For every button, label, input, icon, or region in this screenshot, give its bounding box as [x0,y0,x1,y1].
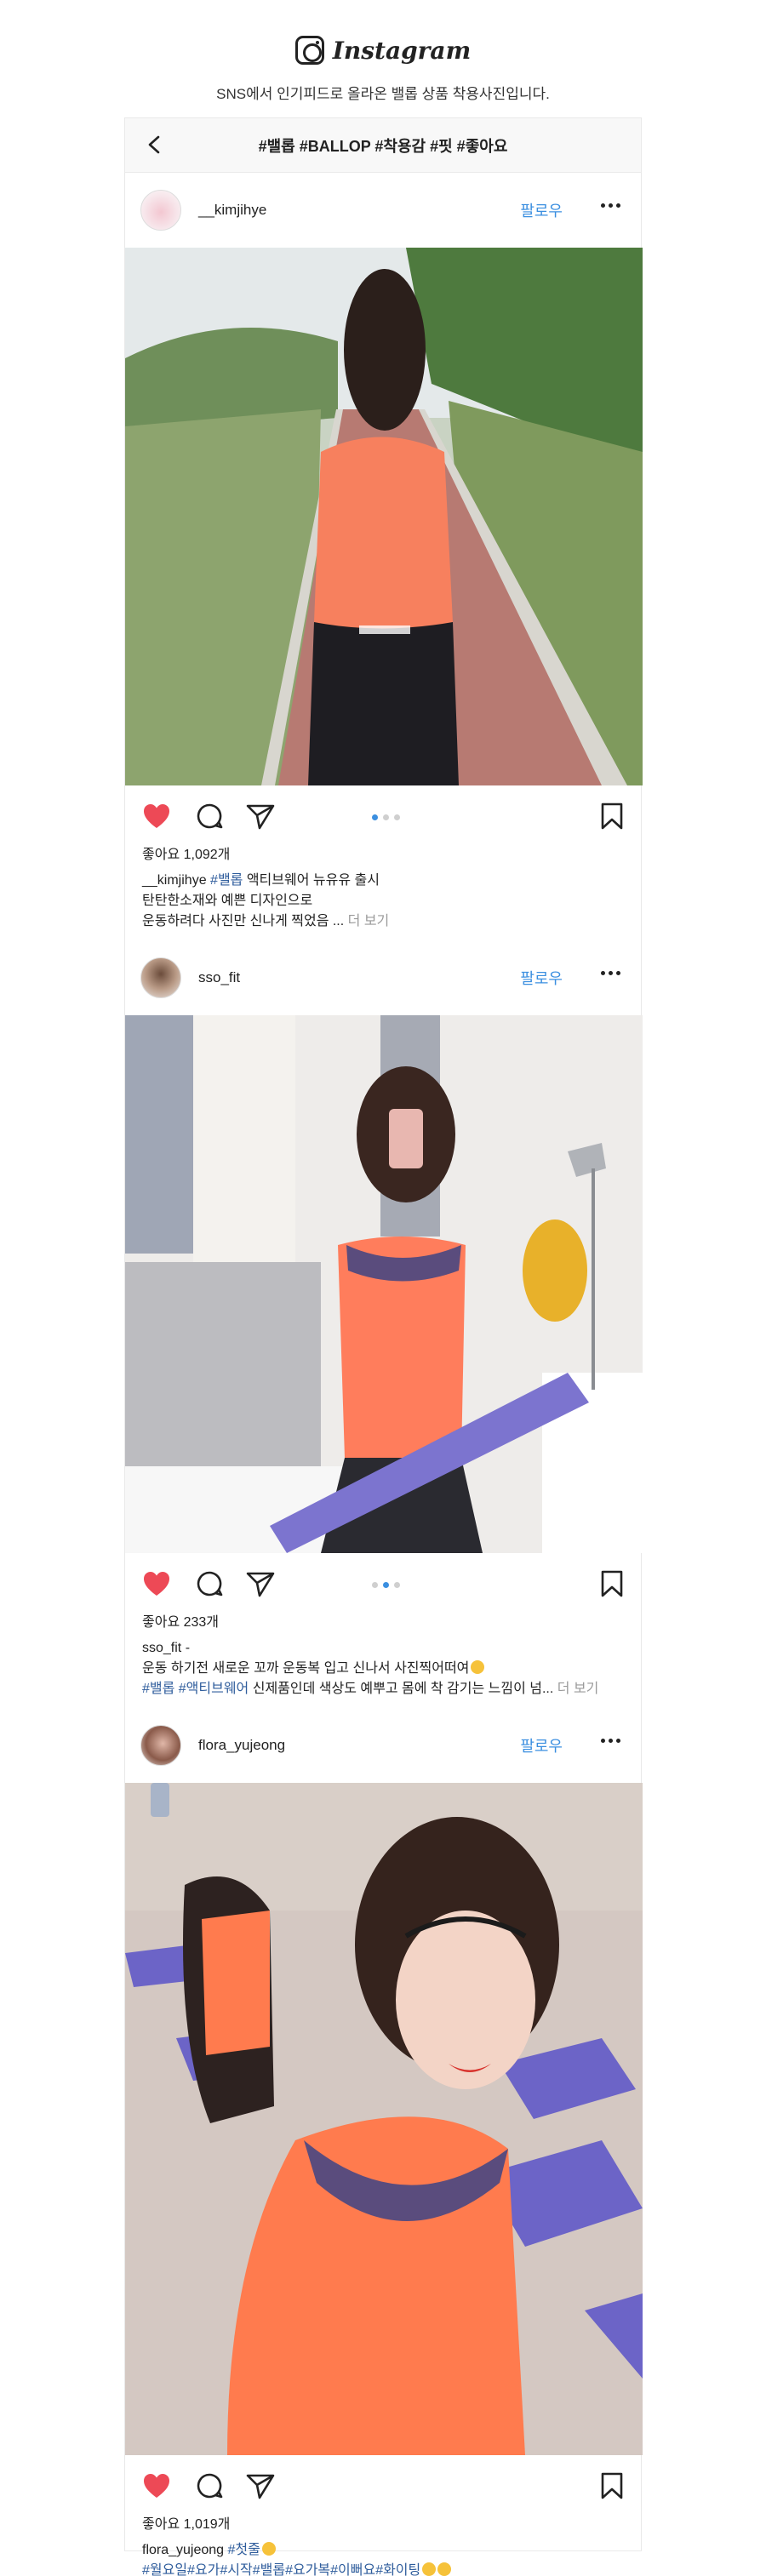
post-photo[interactable] [125,1015,643,1553]
post-photo-image [125,248,643,785]
post-header: flora_yujeong 팔로우 [125,1708,641,1783]
caption-text: 신제품인데 색상도 예뿌고 몸에 착 감기는 느낌이 넘... [249,1682,554,1696]
post-photo[interactable] [125,248,643,785]
brand-name: Instagram [332,36,472,65]
carousel-indicator [372,814,400,820]
post-username[interactable]: sso_fit [198,969,240,986]
comment-icon[interactable] [195,1570,224,1597]
post-actions [125,2455,641,2515]
avatar[interactable] [140,957,181,998]
bookmark-icon[interactable] [600,803,624,830]
follow-button[interactable]: 팔로우 [520,967,563,989]
likes-count: 좋아요 233개 [142,1615,220,1630]
brand-header: Instagram SNS에서 인기피드로 올라온 밸롭 상품 착용사진입니다. [0,34,766,103]
post-header: sso_fit 팔로우 [125,940,641,1015]
post-caption: 좋아요 233개 sso_fit - 운동 하기전 새로운 꼬까 운동복 입고 … [125,1613,641,1708]
heart-icon[interactable] [142,1570,171,1597]
caption-line: 운동 하기전 새로운 꼬까 운동복 입고 신나서 사진찍어떠여 [142,1659,624,1679]
more-dots-icon[interactable] [601,971,620,975]
bookmark-icon[interactable] [600,1570,624,1597]
post-photo-image [125,1783,643,2455]
avatar[interactable] [140,190,181,231]
avatar[interactable] [140,1725,181,1766]
caption-line: #월요일#요가#시작#밸롭#요가복#이뻐요#화이팅 [142,2561,624,2576]
hashtag-link[interactable]: #첫줄 [228,2543,260,2557]
hashtag-link[interactable]: #월요일#요가#시작#밸롭#요가복#이뻐요#화이팅 [142,2563,420,2576]
caption-line: __kimjihye #밸롭 액티브웨어 뉴유유 출시 [142,871,624,891]
follow-button[interactable]: 팔로우 [520,199,563,221]
carousel-indicator [372,1582,400,1588]
sweat-smile-emoji-icon [471,1660,485,1674]
caption-text: 운동하려다 사진만 신나게 찍었음 ... [142,914,345,928]
likes-count: 좋아요 1,092개 [142,848,231,862]
caption-line: flora_yujeong #첫줄 [142,2540,624,2561]
post-username[interactable]: flora_yujeong [198,1737,285,1754]
post-photo-image [125,1015,643,1553]
heart-icon[interactable] [142,2472,171,2499]
post-photo[interactable] [125,1783,643,2455]
follow-button[interactable]: 팔로우 [520,1734,563,1756]
caption-username[interactable]: flora_yujeong [142,2543,224,2557]
pointing-hand-emoji-icon [261,2542,276,2556]
page: Instagram SNS에서 인기피드로 올라온 밸롭 상품 착용사진입니다.… [0,0,766,2576]
caption-username[interactable]: __kimjihye [142,873,207,888]
more-dots-icon[interactable] [601,1739,620,1743]
post-caption: 좋아요 1,019개 flora_yujeong #첫줄 #월요일#요가#시작#… [125,2515,641,2576]
post-username[interactable]: __kimjihye [198,202,266,219]
comment-icon[interactable] [195,2472,224,2499]
post-caption: 좋아요 1,092개 __kimjihye #밸롭 액티브웨어 뉴유유 출시 탄… [125,845,641,940]
post-header: __kimjihye 팔로우 [125,173,641,248]
likes-count: 좋아요 1,019개 [142,2517,231,2532]
caption-text: 운동 하기전 새로운 꼬까 운동복 입고 신나서 사진찍어떠여 [142,1661,470,1676]
back-chevron-icon[interactable] [146,135,164,154]
share-icon[interactable] [246,803,275,830]
feed-frame: #밸롭 #BALLOP #착용감 #핏 #좋아요 __kimjihye 팔로우 [124,117,643,2576]
hashtag-link[interactable]: #밸롭 #액티브웨어 [142,1682,249,1696]
post-actions [125,1553,641,1613]
more-dots-icon[interactable] [601,203,620,208]
comment-icon[interactable] [195,803,224,830]
smile-emoji-icon [437,2562,452,2576]
bookmark-icon[interactable] [600,2472,624,2499]
caption-text: 탄탄한소재와 예쁜 디자인으로 [142,894,313,908]
caption-text: 액티브웨어 뉴유유 출시 [243,873,380,888]
post-actions [125,785,641,845]
caption-line: #밸롭 #액티브웨어 신제품인데 색상도 예뿌고 몸에 착 감기는 느낌이 넘.… [142,1679,624,1699]
topbar-title: #밸롭 #BALLOP #착용감 #핏 #좋아요 [258,137,508,155]
instagram-logo-icon [294,36,324,65]
feed-topbar: #밸롭 #BALLOP #착용감 #핏 #좋아요 [125,118,641,173]
more-link[interactable]: 더 보기 [557,1682,599,1696]
brand-row: Instagram [0,34,766,66]
heart-icon[interactable] [142,803,171,830]
caption-username[interactable]: sso_fit - [142,1638,624,1659]
share-icon[interactable] [246,2472,275,2499]
hashtag-link[interactable]: #밸롭 [210,873,243,888]
more-link[interactable]: 더 보기 [348,914,390,928]
caption-line: 운동하려다 사진만 신나게 찍었음 ... 더 보기 [142,911,624,932]
share-icon[interactable] [246,1570,275,1597]
brand-subtitle: SNS에서 인기피드로 올라온 밸롭 상품 착용사진입니다. [216,86,550,102]
smile-emoji-icon [422,2562,437,2576]
